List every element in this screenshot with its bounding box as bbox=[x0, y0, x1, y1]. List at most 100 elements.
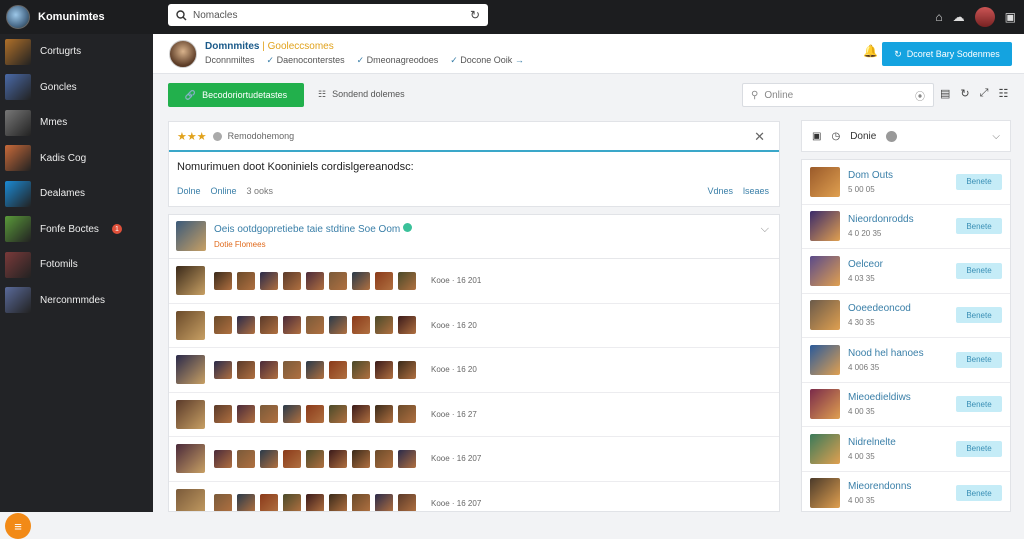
feed-item-thumbnail[interactable] bbox=[375, 494, 393, 511]
feed-item-thumbnail[interactable] bbox=[352, 360, 370, 379]
right-list-button[interactable]: Benete bbox=[956, 396, 1002, 413]
menu-fab-button[interactable]: ≡ bbox=[5, 513, 31, 539]
right-list-title[interactable]: Ooeedeoncod bbox=[848, 303, 948, 314]
feed-item-thumbnail[interactable] bbox=[375, 360, 393, 379]
feed-item-thumbnail[interactable] bbox=[237, 271, 255, 290]
right-list-button[interactable]: Benete bbox=[956, 440, 1002, 457]
sidebar-item[interactable]: Fotomils bbox=[0, 247, 153, 283]
search-bar[interactable]: ↻ bbox=[168, 4, 488, 26]
sidebar-item[interactable]: Kadis Cog bbox=[0, 141, 153, 177]
feed-item-thumbnail[interactable] bbox=[398, 360, 416, 379]
post-meta-1[interactable]: Online bbox=[211, 186, 237, 196]
tab-3[interactable]: ✓ Docone Ooik → bbox=[450, 55, 524, 66]
feed-item-thumbnail[interactable] bbox=[283, 271, 301, 290]
feed-item-thumbnail[interactable] bbox=[214, 271, 232, 290]
tab-2[interactable]: ✓ Dmeonagreodoes bbox=[357, 55, 439, 66]
chevron-down-icon[interactable]: ⌵ bbox=[761, 223, 769, 236]
feed-row-thumbnail[interactable] bbox=[176, 399, 205, 429]
feed-item-thumbnail[interactable] bbox=[329, 271, 347, 290]
right-list-button[interactable]: Benete bbox=[956, 262, 1002, 279]
feed-item-thumbnail[interactable] bbox=[306, 449, 324, 468]
right-list-thumbnail[interactable] bbox=[810, 300, 840, 331]
feed-item-thumbnail[interactable] bbox=[306, 360, 324, 379]
feed-item-thumbnail[interactable] bbox=[398, 449, 416, 468]
feed-row-thumbnail[interactable] bbox=[176, 266, 205, 296]
right-list-title[interactable]: Dom Outs bbox=[848, 170, 948, 181]
feed-item-thumbnail[interactable] bbox=[260, 494, 278, 511]
feed-item-thumbnail[interactable] bbox=[237, 405, 255, 424]
feed-item-thumbnail[interactable] bbox=[375, 271, 393, 290]
filter-input[interactable]: ⚲ Online ⦿ bbox=[742, 83, 934, 107]
refresh-icon[interactable]: ↻ bbox=[470, 8, 480, 22]
sidebar-item[interactable]: Fonfe Boctes 1 bbox=[0, 212, 153, 248]
sidebar-item[interactable]: Mmes bbox=[0, 105, 153, 141]
tab-0[interactable]: Dconnmiltes bbox=[205, 55, 255, 66]
brand[interactable]: Komunimtes bbox=[0, 5, 153, 29]
feed-item-thumbnail[interactable] bbox=[260, 316, 278, 335]
right-list-title[interactable]: Mieoedieldiws bbox=[848, 392, 948, 403]
feed-item-thumbnail[interactable] bbox=[260, 449, 278, 468]
profile-avatar[interactable] bbox=[169, 40, 197, 68]
feed-row-thumbnail[interactable] bbox=[176, 444, 205, 474]
right-list-thumbnail[interactable] bbox=[810, 344, 840, 375]
sidebar-item[interactable]: Dealames bbox=[0, 176, 153, 212]
feed-item-thumbnail[interactable] bbox=[214, 405, 232, 424]
feed-item-thumbnail[interactable] bbox=[283, 316, 301, 335]
user-avatar[interactable] bbox=[974, 7, 995, 27]
bell-icon[interactable]: 🔔 bbox=[863, 44, 878, 58]
feed-item-thumbnail[interactable] bbox=[237, 449, 255, 468]
feed-item-thumbnail[interactable] bbox=[283, 405, 301, 424]
feed-item-thumbnail[interactable] bbox=[237, 360, 255, 379]
right-list-thumbnail[interactable] bbox=[810, 166, 840, 197]
right-list-item[interactable]: Nood hel hanoes 4 006 35 Benete bbox=[802, 338, 1010, 383]
right-list-title[interactable]: Nidrelnelte bbox=[848, 437, 948, 448]
calendar-icon[interactable]: ▣ bbox=[812, 131, 821, 142]
right-list-item[interactable]: Mieoedieldiws 4 00 35 Benete bbox=[802, 383, 1010, 427]
sidebar-item[interactable]: Cortugrts bbox=[0, 34, 153, 70]
sidebar-item[interactable]: Goncles bbox=[0, 70, 153, 106]
right-list-button[interactable]: Benete bbox=[956, 173, 1002, 190]
search-input[interactable] bbox=[193, 9, 464, 21]
notifications-icon[interactable]: ▣ bbox=[1005, 10, 1016, 24]
feed-row-thumbnail[interactable] bbox=[176, 488, 205, 511]
feed-item-thumbnail[interactable] bbox=[375, 316, 393, 335]
feed-item-thumbnail[interactable] bbox=[237, 494, 255, 511]
post-action-1[interactable]: lseaes bbox=[743, 186, 769, 196]
feed-item-thumbnail[interactable] bbox=[329, 405, 347, 424]
right-list-title[interactable]: Nieordonrodds bbox=[848, 214, 948, 225]
post-meta-0[interactable]: Dolne bbox=[177, 186, 201, 196]
right-list-thumbnail[interactable] bbox=[810, 433, 840, 464]
feed-item-thumbnail[interactable] bbox=[352, 494, 370, 511]
feed-row[interactable]: Kooe · 16 201 bbox=[169, 259, 779, 304]
right-list-thumbnail[interactable] bbox=[810, 389, 840, 420]
feed-item-thumbnail[interactable] bbox=[329, 360, 347, 379]
right-list-button[interactable]: Benete bbox=[956, 307, 1002, 324]
feed-row[interactable]: Kooe · 16 20 bbox=[169, 348, 779, 393]
feed-thumbnail[interactable] bbox=[176, 221, 206, 251]
right-list-item[interactable]: Dom Outs 5 00 05 Benete bbox=[802, 160, 1010, 205]
feed-row-thumbnail[interactable] bbox=[176, 355, 205, 385]
home-icon[interactable]: ⌂ bbox=[935, 10, 942, 24]
feed-item-thumbnail[interactable] bbox=[283, 360, 301, 379]
feed-item-thumbnail[interactable] bbox=[329, 316, 347, 335]
create-button[interactable]: 🔗 Becodoriortudetastes bbox=[168, 83, 304, 107]
feed-item-thumbnail[interactable] bbox=[398, 494, 416, 511]
right-list-title[interactable]: Mieorendonns bbox=[848, 481, 948, 492]
feed-item-thumbnail[interactable] bbox=[306, 271, 324, 290]
cloud-icon[interactable]: ☁ bbox=[953, 10, 965, 24]
feed-item-thumbnail[interactable] bbox=[260, 405, 278, 424]
chevron-down-icon[interactable]: ⌵ bbox=[992, 131, 1000, 142]
right-list-item[interactable]: Nieordonrodds 4 0 20 35 Benete bbox=[802, 205, 1010, 249]
feed-item-thumbnail[interactable] bbox=[398, 316, 416, 335]
feed-item-thumbnail[interactable] bbox=[260, 271, 278, 290]
feed-item-thumbnail[interactable] bbox=[352, 271, 370, 290]
clear-icon[interactable]: ⦿ bbox=[915, 88, 925, 103]
right-list-thumbnail[interactable] bbox=[810, 211, 840, 242]
right-list-title[interactable]: Nood hel hanoes bbox=[848, 348, 948, 359]
right-list-button[interactable]: Benete bbox=[956, 351, 1002, 368]
feed-item-thumbnail[interactable] bbox=[398, 271, 416, 290]
feed-item-thumbnail[interactable] bbox=[329, 449, 347, 468]
feed-row-thumbnail[interactable] bbox=[176, 310, 205, 340]
feed-item-thumbnail[interactable] bbox=[352, 449, 370, 468]
grid-icon[interactable]: ☷ bbox=[998, 87, 1008, 100]
